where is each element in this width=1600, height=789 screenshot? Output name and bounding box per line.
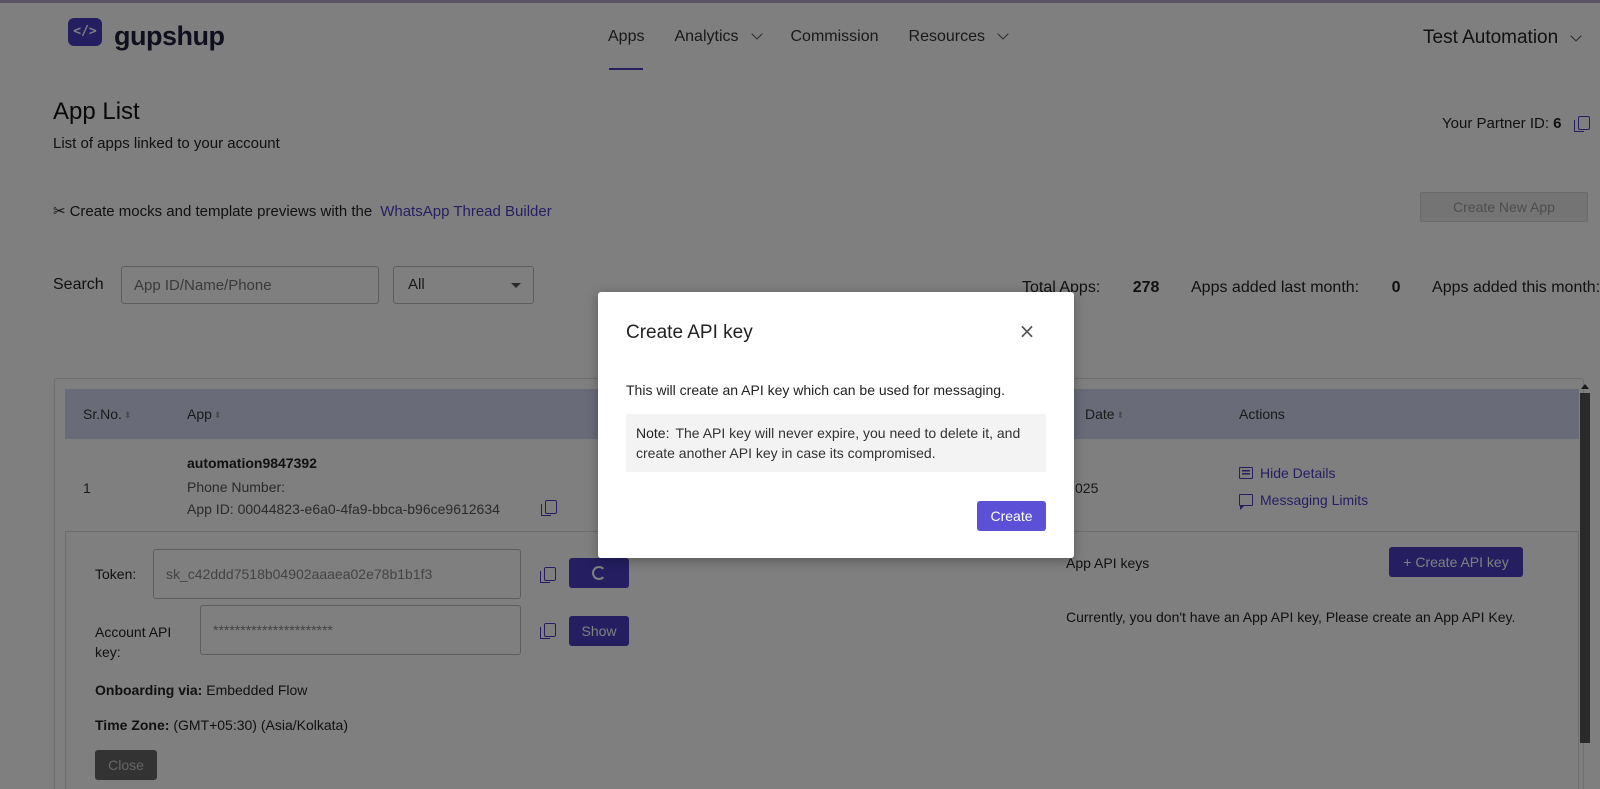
modal-note: Note: The API key will never expire, you … — [626, 414, 1046, 472]
close-icon[interactable]: × — [1016, 320, 1038, 342]
create-button[interactable]: Create — [977, 501, 1046, 531]
modal-title: Create API key — [626, 322, 753, 343]
note-text: The API key will never expire, you need … — [636, 425, 1021, 461]
create-api-key-modal: Create API key × This will create an API… — [598, 292, 1074, 558]
modal-description: This will create an API key which can be… — [626, 382, 1005, 398]
note-label: Note: — [636, 425, 670, 441]
